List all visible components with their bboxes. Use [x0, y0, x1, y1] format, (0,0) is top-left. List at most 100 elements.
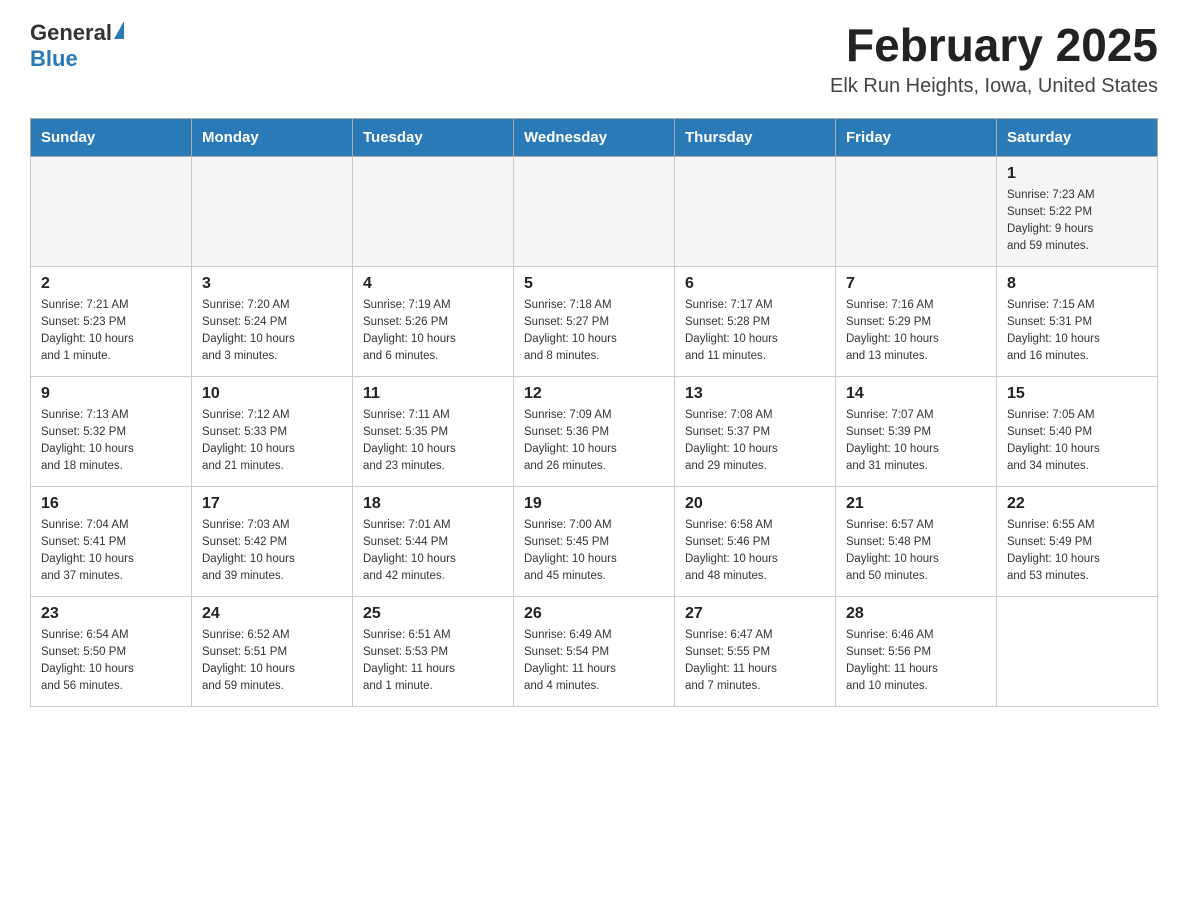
calendar-week-row: 9 Sunrise: 7:13 AM Sunset: 5:32 PM Daylig… — [31, 376, 1158, 486]
day-info: Sunrise: 6:58 AM Sunset: 5:46 PM Dayligh… — [685, 517, 825, 586]
day-info: Sunrise: 6:57 AM Sunset: 5:48 PM Dayligh… — [846, 517, 986, 586]
calendar-cell: 28 Sunrise: 6:46 AM Sunset: 5:56 PM Dayli… — [836, 596, 997, 706]
day-number: 6 — [685, 275, 825, 293]
day-info: Sunrise: 6:49 AM Sunset: 5:54 PM Dayligh… — [524, 627, 664, 696]
day-info: Sunrise: 7:01 AM Sunset: 5:44 PM Dayligh… — [363, 517, 503, 586]
day-number: 27 — [685, 605, 825, 623]
day-of-week-header: Tuesday — [353, 118, 514, 156]
calendar-header-row: SundayMondayTuesdayWednesdayThursdayFrid… — [31, 118, 1158, 156]
day-of-week-header: Friday — [836, 118, 997, 156]
calendar-cell: 18 Sunrise: 7:01 AM Sunset: 5:44 PM Dayli… — [353, 486, 514, 596]
calendar-cell: 4Sunrise: 7:19 AM Sunset: 5:26 PM Daylig… — [353, 266, 514, 376]
day-number: 3 — [202, 275, 342, 293]
logo: General Blue — [30, 20, 124, 72]
day-of-week-header: Sunday — [31, 118, 192, 156]
day-of-week-header: Monday — [192, 118, 353, 156]
location-title: Elk Run Heights, Iowa, United States — [830, 75, 1158, 98]
day-of-week-header: Wednesday — [514, 118, 675, 156]
calendar-cell: 13 Sunrise: 7:08 AM Sunset: 5:37 PM Dayli… — [675, 376, 836, 486]
calendar-cell: 20 Sunrise: 6:58 AM Sunset: 5:46 PM Dayli… — [675, 486, 836, 596]
logo-blue-text: Blue — [30, 46, 78, 72]
day-info: Sunrise: 7:00 AM Sunset: 5:45 PM Dayligh… — [524, 517, 664, 586]
day-number: 28 — [846, 605, 986, 623]
logo-triangle-icon — [114, 21, 124, 39]
calendar-cell: 11Sunrise: 7:11 AM Sunset: 5:35 PM Dayli… — [353, 376, 514, 486]
calendar-cell — [353, 156, 514, 266]
day-info: Sunrise: 6:52 AM Sunset: 5:51 PM Dayligh… — [202, 627, 342, 696]
month-title: February 2025 — [830, 20, 1158, 71]
calendar-cell — [675, 156, 836, 266]
day-number: 16 — [41, 495, 181, 513]
calendar-cell — [192, 156, 353, 266]
day-number: 15 — [1007, 385, 1147, 403]
day-info: Sunrise: 7:11 AM Sunset: 5:35 PM Dayligh… — [363, 407, 503, 476]
day-info: Sunrise: 7:05 AM Sunset: 5:40 PM Dayligh… — [1007, 407, 1147, 476]
calendar-cell: 15 Sunrise: 7:05 AM Sunset: 5:40 PM Dayli… — [997, 376, 1158, 486]
calendar-cell: 12Sunrise: 7:09 AM Sunset: 5:36 PM Dayli… — [514, 376, 675, 486]
day-number: 19 — [524, 495, 664, 513]
calendar-week-row: 2 Sunrise: 7:21 AM Sunset: 5:23 PM Daylig… — [31, 266, 1158, 376]
day-number: 4 — [363, 275, 503, 293]
calendar-cell: 6Sunrise: 7:17 AM Sunset: 5:28 PM Daylig… — [675, 266, 836, 376]
calendar-cell: 26 Sunrise: 6:49 AM Sunset: 5:54 PM Dayli… — [514, 596, 675, 706]
calendar-cell: 2 Sunrise: 7:21 AM Sunset: 5:23 PM Daylig… — [31, 266, 192, 376]
calendar-cell: 8 Sunrise: 7:15 AM Sunset: 5:31 PM Daylig… — [997, 266, 1158, 376]
calendar-cell: 22Sunrise: 6:55 AM Sunset: 5:49 PM Dayli… — [997, 486, 1158, 596]
day-number: 2 — [41, 275, 181, 293]
calendar-cell: 14Sunrise: 7:07 AM Sunset: 5:39 PM Dayli… — [836, 376, 997, 486]
day-info: Sunrise: 6:46 AM Sunset: 5:56 PM Dayligh… — [846, 627, 986, 696]
day-info: Sunrise: 7:20 AM Sunset: 5:24 PM Dayligh… — [202, 297, 342, 366]
calendar-cell: 21Sunrise: 6:57 AM Sunset: 5:48 PM Dayli… — [836, 486, 997, 596]
day-number: 26 — [524, 605, 664, 623]
calendar-cell: 3 Sunrise: 7:20 AM Sunset: 5:24 PM Daylig… — [192, 266, 353, 376]
day-number: 20 — [685, 495, 825, 513]
day-info: Sunrise: 7:18 AM Sunset: 5:27 PM Dayligh… — [524, 297, 664, 366]
page-header: General Blue February 2025 Elk Run Heigh… — [30, 20, 1158, 98]
day-info: Sunrise: 7:03 AM Sunset: 5:42 PM Dayligh… — [202, 517, 342, 586]
day-number: 13 — [685, 385, 825, 403]
calendar-cell — [31, 156, 192, 266]
calendar-week-row: 23 Sunrise: 6:54 AM Sunset: 5:50 PM Dayli… — [31, 596, 1158, 706]
day-number: 5 — [524, 275, 664, 293]
calendar-cell — [997, 596, 1158, 706]
day-number: 22 — [1007, 495, 1147, 513]
calendar-cell: 27 Sunrise: 6:47 AM Sunset: 5:55 PM Dayli… — [675, 596, 836, 706]
day-info: Sunrise: 7:04 AM Sunset: 5:41 PM Dayligh… — [41, 517, 181, 586]
calendar-cell: 1Sunrise: 7:23 AM Sunset: 5:22 PM Daylig… — [997, 156, 1158, 266]
title-area: February 2025 Elk Run Heights, Iowa, Uni… — [830, 20, 1158, 98]
day-number: 10 — [202, 385, 342, 403]
day-number: 17 — [202, 495, 342, 513]
calendar-cell: 25 Sunrise: 6:51 AM Sunset: 5:53 PM Dayli… — [353, 596, 514, 706]
day-info: Sunrise: 7:12 AM Sunset: 5:33 PM Dayligh… — [202, 407, 342, 476]
day-number: 9 — [41, 385, 181, 403]
day-info: Sunrise: 7:07 AM Sunset: 5:39 PM Dayligh… — [846, 407, 986, 476]
day-number: 8 — [1007, 275, 1147, 293]
day-info: Sunrise: 7:09 AM Sunset: 5:36 PM Dayligh… — [524, 407, 664, 476]
calendar-cell — [514, 156, 675, 266]
day-number: 18 — [363, 495, 503, 513]
calendar-cell: 17 Sunrise: 7:03 AM Sunset: 5:42 PM Dayli… — [192, 486, 353, 596]
day-number: 1 — [1007, 165, 1147, 183]
day-info: Sunrise: 7:15 AM Sunset: 5:31 PM Dayligh… — [1007, 297, 1147, 366]
day-info: Sunrise: 7:13 AM Sunset: 5:32 PM Dayligh… — [41, 407, 181, 476]
calendar-cell: 24Sunrise: 6:52 AM Sunset: 5:51 PM Dayli… — [192, 596, 353, 706]
calendar-cell: 5 Sunrise: 7:18 AM Sunset: 5:27 PM Daylig… — [514, 266, 675, 376]
calendar-cell: 19 Sunrise: 7:00 AM Sunset: 5:45 PM Dayli… — [514, 486, 675, 596]
day-info: Sunrise: 7:21 AM Sunset: 5:23 PM Dayligh… — [41, 297, 181, 366]
day-of-week-header: Saturday — [997, 118, 1158, 156]
day-number: 25 — [363, 605, 503, 623]
calendar-cell: 9 Sunrise: 7:13 AM Sunset: 5:32 PM Daylig… — [31, 376, 192, 486]
day-info: Sunrise: 6:51 AM Sunset: 5:53 PM Dayligh… — [363, 627, 503, 696]
calendar-cell: 10 Sunrise: 7:12 AM Sunset: 5:33 PM Dayli… — [192, 376, 353, 486]
calendar-cell: 16 Sunrise: 7:04 AM Sunset: 5:41 PM Dayli… — [31, 486, 192, 596]
calendar-week-row: 1Sunrise: 7:23 AM Sunset: 5:22 PM Daylig… — [31, 156, 1158, 266]
day-info: Sunrise: 6:54 AM Sunset: 5:50 PM Dayligh… — [41, 627, 181, 696]
day-of-week-header: Thursday — [675, 118, 836, 156]
calendar-cell: 23 Sunrise: 6:54 AM Sunset: 5:50 PM Dayli… — [31, 596, 192, 706]
day-info: Sunrise: 7:16 AM Sunset: 5:29 PM Dayligh… — [846, 297, 986, 366]
calendar-table: SundayMondayTuesdayWednesdayThursdayFrid… — [30, 118, 1158, 707]
logo-general-text: General — [30, 20, 112, 46]
day-info: Sunrise: 6:47 AM Sunset: 5:55 PM Dayligh… — [685, 627, 825, 696]
day-info: Sunrise: 7:08 AM Sunset: 5:37 PM Dayligh… — [685, 407, 825, 476]
day-number: 23 — [41, 605, 181, 623]
